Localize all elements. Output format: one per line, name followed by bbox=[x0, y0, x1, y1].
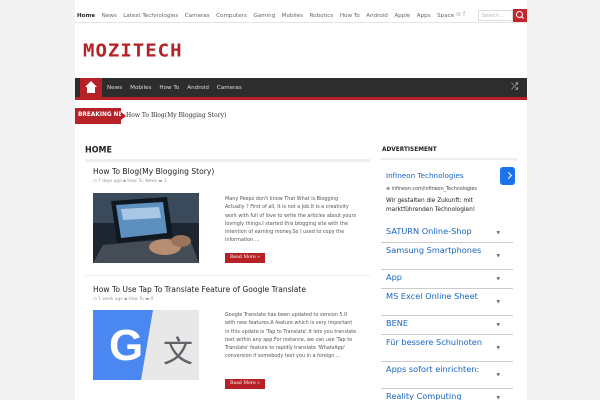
ad-link[interactable]: Reality Computing ▼ bbox=[381, 391, 513, 400]
top-nav-computers[interactable]: Computers bbox=[216, 13, 247, 19]
ad-link[interactable]: Für bessere Schulnoten ▼ bbox=[381, 337, 513, 362]
top-nav-robotics[interactable]: Robotics bbox=[310, 13, 334, 19]
post-categories[interactable]: How To bbox=[129, 297, 144, 302]
top-nav-latest-technologies[interactable]: Latest Technologies bbox=[123, 13, 178, 19]
home-button[interactable] bbox=[80, 78, 102, 97]
top-nav-how-to[interactable]: How To bbox=[340, 13, 360, 19]
post-categories[interactable]: How To, News bbox=[127, 179, 157, 184]
post-thumbnail-google-translate[interactable]: G 文 bbox=[93, 310, 199, 380]
ad-link-label: BENE bbox=[386, 318, 409, 328]
post-item: How To Blog(My Blogging Story) ◷ 7 days … bbox=[93, 167, 370, 184]
ad-link[interactable]: MS Excel Online Sheet ▼ bbox=[381, 291, 513, 316]
ad-link-label: Reality Computing bbox=[386, 391, 462, 400]
top-bar: Home News Latest Technologies Cameras Co… bbox=[75, 8, 527, 23]
ad-link-label: Apps sofort einrichten: bbox=[386, 364, 480, 374]
ad-header[interactable]: Infineon Technologies ⊕ infineon.com/inf… bbox=[381, 160, 515, 213]
read-more-button[interactable]: Read More » bbox=[225, 379, 265, 389]
main-nav: News Mobiles How To Android Cameras ⤮ bbox=[75, 78, 527, 100]
main-nav-android[interactable]: Android bbox=[187, 85, 209, 91]
post-divider bbox=[85, 275, 370, 276]
top-nav-home[interactable]: Home bbox=[77, 13, 95, 19]
main-nav-items: News Mobiles How To Android Cameras bbox=[107, 78, 250, 97]
chevron-down-icon: ▼ bbox=[496, 277, 500, 282]
main-nav-cameras[interactable]: Cameras bbox=[217, 85, 242, 91]
section-title-bar bbox=[85, 159, 370, 162]
chevron-down-icon: ▼ bbox=[496, 300, 500, 305]
shuffle-icon[interactable]: ⤮ bbox=[511, 82, 518, 92]
breaking-news-label: BREAKING NEWS bbox=[75, 108, 133, 124]
ad-link-label: App bbox=[386, 272, 402, 282]
sidebar: ADVERTISEMENT Infineon Technologies ⊕ in… bbox=[380, 145, 517, 400]
section-title: HOME bbox=[85, 144, 112, 155]
post-comments[interactable]: 0 bbox=[151, 297, 154, 302]
post-date: 7 days ago bbox=[98, 179, 122, 184]
read-more-button[interactable]: Read More » bbox=[225, 253, 265, 263]
rss-icon[interactable]: ⊚ bbox=[456, 11, 463, 18]
ad-body: Wir gestalten die Zukunft: mit marktführ… bbox=[386, 198, 476, 213]
chevron-down-icon: ▼ bbox=[496, 231, 500, 236]
ad-link[interactable]: Samsung Smartphones ▼ bbox=[381, 245, 513, 270]
page-container: Home News Latest Technologies Cameras Co… bbox=[75, 0, 527, 400]
chevron-down-icon: ▼ bbox=[496, 373, 500, 378]
site-logo[interactable]: MOZITECH bbox=[83, 41, 183, 61]
search-button[interactable] bbox=[513, 9, 527, 22]
main-nav-news[interactable]: News bbox=[107, 85, 122, 91]
ad-link[interactable]: BENE ▼ bbox=[381, 318, 513, 335]
top-nav-cameras[interactable]: Cameras bbox=[185, 13, 210, 19]
main-content: HOME How To Blog(My Blogging Story) ◷ 7 … bbox=[85, 145, 370, 400]
chevron-down-icon: ▼ bbox=[496, 254, 500, 259]
ad-link-label: SATURN Online-Shop bbox=[386, 226, 472, 236]
chevron-down-icon: ▼ bbox=[496, 396, 500, 400]
post-excerpt: Google Translate has been updated to ver… bbox=[225, 312, 357, 360]
top-nav-android[interactable]: Android bbox=[366, 13, 388, 19]
main-nav-how-to[interactable]: How To bbox=[159, 85, 179, 91]
top-nav-apps[interactable]: Apps bbox=[417, 13, 431, 19]
post-item: How To Use Tap To Translate Feature of G… bbox=[93, 285, 370, 302]
ad-link[interactable]: App ▼ bbox=[381, 272, 513, 289]
ad-link[interactable]: SATURN Online-Shop ▼ bbox=[381, 226, 513, 243]
post-title[interactable]: How To Blog(My Blogging Story) bbox=[93, 167, 370, 176]
facebook-icon[interactable]: f bbox=[463, 11, 467, 18]
svg-text:G: G bbox=[109, 321, 143, 370]
chevron-down-icon: ▼ bbox=[496, 323, 500, 328]
sidebar-title: ADVERTISEMENT bbox=[382, 146, 437, 154]
social-icons: ⊚f bbox=[456, 11, 467, 18]
post-excerpt: Many Peeps don't know That What is Blogg… bbox=[225, 196, 357, 244]
post-thumbnail-laptop[interactable] bbox=[93, 193, 199, 263]
breaking-news-link[interactable]: How To Blog(My Blogging Story) bbox=[126, 112, 226, 119]
search-input[interactable]: Search... bbox=[478, 10, 513, 21]
top-nav-news[interactable]: News bbox=[102, 13, 117, 19]
post-meta: ◷ 1 week ago ▪ How To ▬ 0 bbox=[93, 297, 370, 302]
post-meta: ◷ 7 days ago ▪ How To, News ▬ 1 bbox=[93, 179, 370, 184]
ad-url[interactable]: ⊕ infineon.com/infineon_Technologies bbox=[386, 187, 477, 192]
breaking-news-bar: BREAKING NEWS How To Blog(My Blogging St… bbox=[75, 108, 527, 125]
post-title[interactable]: How To Use Tap To Translate Feature of G… bbox=[93, 285, 370, 294]
top-nav-gaming[interactable]: Gaming bbox=[253, 13, 275, 19]
post-date: 1 week ago bbox=[98, 297, 123, 302]
top-nav: Home News Latest Technologies Cameras Co… bbox=[77, 8, 461, 23]
ad-headline[interactable]: Infineon Technologies bbox=[386, 171, 464, 180]
top-nav-mobiles[interactable]: Mobiles bbox=[282, 13, 303, 19]
ad-link-label: Für bessere Schulnoten bbox=[386, 337, 483, 347]
ad-link-label: MS Excel Online Sheet bbox=[386, 291, 478, 301]
ad-arrow-button[interactable] bbox=[500, 167, 515, 185]
main-nav-mobiles[interactable]: Mobiles bbox=[130, 85, 151, 91]
chevron-down-icon: ▼ bbox=[496, 346, 500, 351]
ad-link-label: Samsung Smartphones bbox=[386, 245, 482, 255]
ad-block[interactable]: Infineon Technologies ⊕ infineon.com/inf… bbox=[380, 160, 515, 400]
top-nav-apple[interactable]: Apple bbox=[394, 13, 410, 19]
post-comments[interactable]: 1 bbox=[164, 179, 167, 184]
svg-text:文: 文 bbox=[163, 335, 193, 370]
ad-url-text: infineon.com/infineon_Technologies bbox=[391, 187, 477, 192]
ad-link[interactable]: Apps sofort einrichten: ▼ bbox=[381, 364, 513, 389]
top-nav-space[interactable]: Space bbox=[437, 13, 454, 19]
